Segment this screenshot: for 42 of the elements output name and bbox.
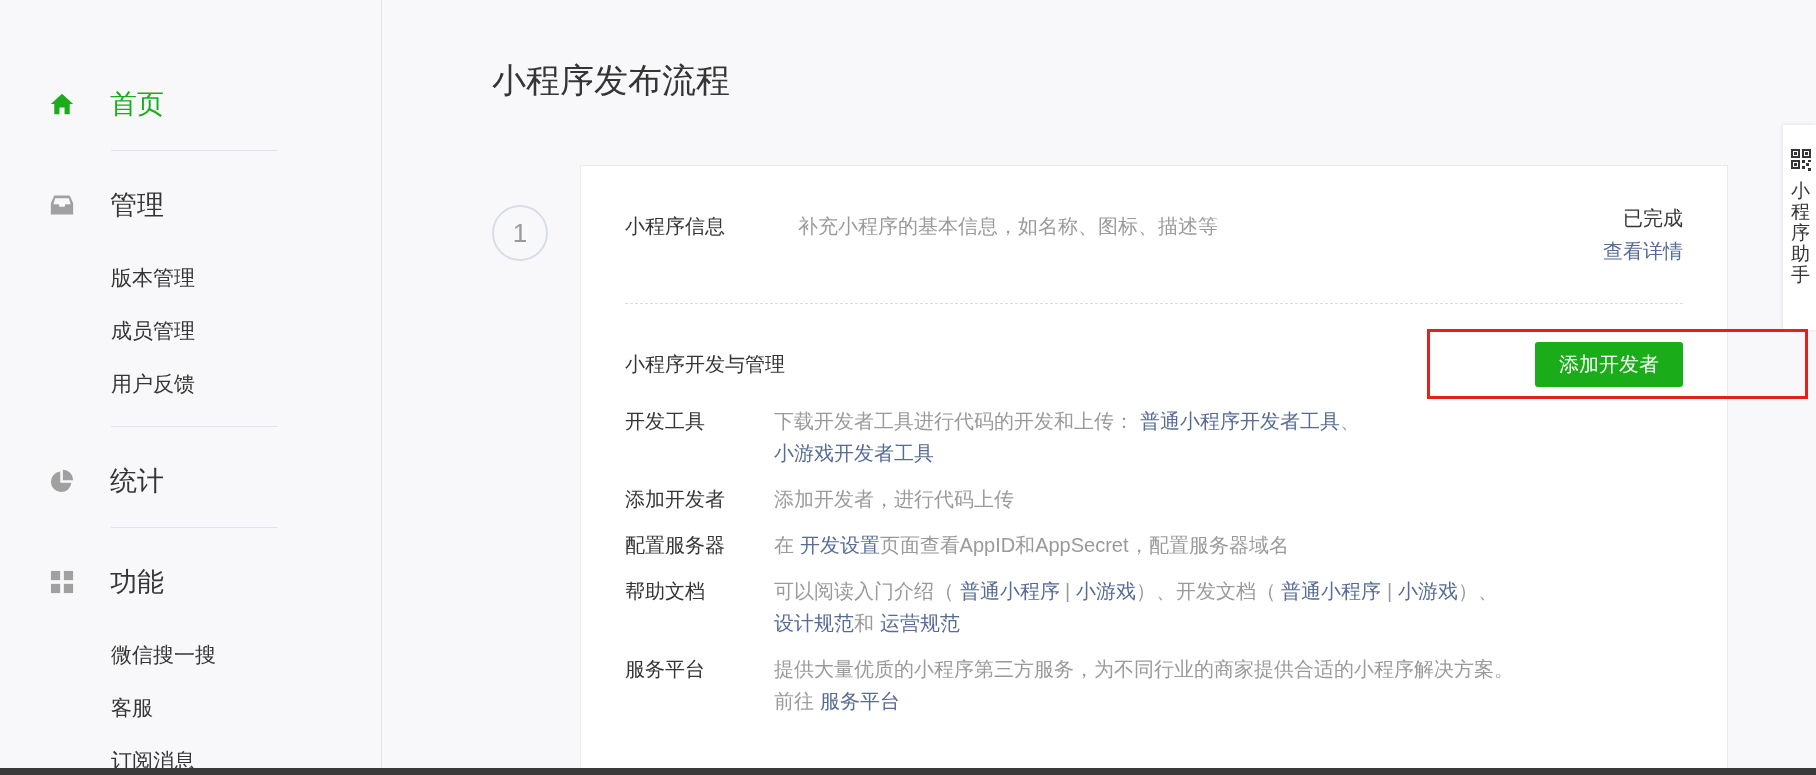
- link[interactable]: 小游戏: [1397, 580, 1458, 602]
- link[interactable]: 设计规范: [774, 612, 854, 634]
- section-description: 补充小程序的基本信息，如名称、图标、描述等: [798, 214, 1219, 239]
- status-text: 已完成: [1623, 206, 1683, 231]
- row-description: 添加开发者，进行代码上传: [774, 487, 1015, 512]
- nav-subitem[interactable]: 客服: [111, 696, 153, 719]
- link[interactable]: 小游戏开发者工具: [774, 442, 934, 464]
- link[interactable]: 普通小程序: [959, 580, 1060, 602]
- home-icon: [50, 91, 74, 117]
- nav-item[interactable]: 统计: [110, 463, 164, 499]
- link[interactable]: 普通小程序: [1281, 580, 1382, 602]
- nav-item[interactable]: 管理: [110, 187, 164, 223]
- row-description: 在 开发设置页面查看AppID和AppSecret，配置服务器域名: [774, 533, 1290, 558]
- row-description: 可以阅读入门介绍（ 普通小程序 | 小游戏）、开发文档（ 普通小程序 | 小游戏）、 设计规范和 运营规范: [774, 579, 1499, 636]
- row-label: 添加开发者: [625, 487, 726, 512]
- row-label: 帮助文档: [625, 579, 706, 604]
- row-label: 服务平台: [625, 657, 706, 682]
- nav-subitem[interactable]: 成员管理: [111, 319, 195, 342]
- nav-subitem[interactable]: 用户反馈: [111, 372, 195, 395]
- grid-icon: [50, 569, 74, 595]
- link[interactable]: 小游戏: [1075, 580, 1136, 602]
- nav-subitem[interactable]: 微信搜一搜: [111, 643, 216, 666]
- section-title: 小程序开发与管理: [625, 352, 785, 377]
- section-title: 小程序信息: [625, 214, 726, 239]
- row-label: 配置服务器: [625, 533, 726, 558]
- qr-code-icon[interactable]: [1791, 149, 1811, 171]
- link[interactable]: 普通小程序开发者工具: [1139, 410, 1340, 432]
- details-link[interactable]: 查看详情: [1603, 235, 1683, 268]
- row-label: 开发工具: [625, 409, 706, 434]
- nav-item[interactable]: 首页: [110, 86, 164, 122]
- step-number: 1: [492, 205, 548, 261]
- nav-subitem[interactable]: 版本管理: [111, 266, 195, 289]
- link[interactable]: 开发设置: [799, 534, 880, 556]
- row-description: 提供大量优质的小程序第三方服务，为不同行业的商家提供合适的小程序解决方案。前往 服务平台: [774, 657, 1515, 714]
- add-developer-button[interactable]: 添加开发者: [1535, 342, 1683, 387]
- page-title: 小程序发布流程: [492, 60, 731, 101]
- row-description: 下载开发者工具进行代码的开发和上传： 普通小程序开发者工具、 小游戏开发者工具: [774, 409, 1361, 466]
- tray-icon: [50, 193, 74, 217]
- link[interactable]: 运营规范: [879, 612, 960, 634]
- link[interactable]: 服务平台: [819, 690, 900, 712]
- nav-item[interactable]: 功能: [110, 564, 164, 600]
- pie-chart-icon: [50, 467, 74, 495]
